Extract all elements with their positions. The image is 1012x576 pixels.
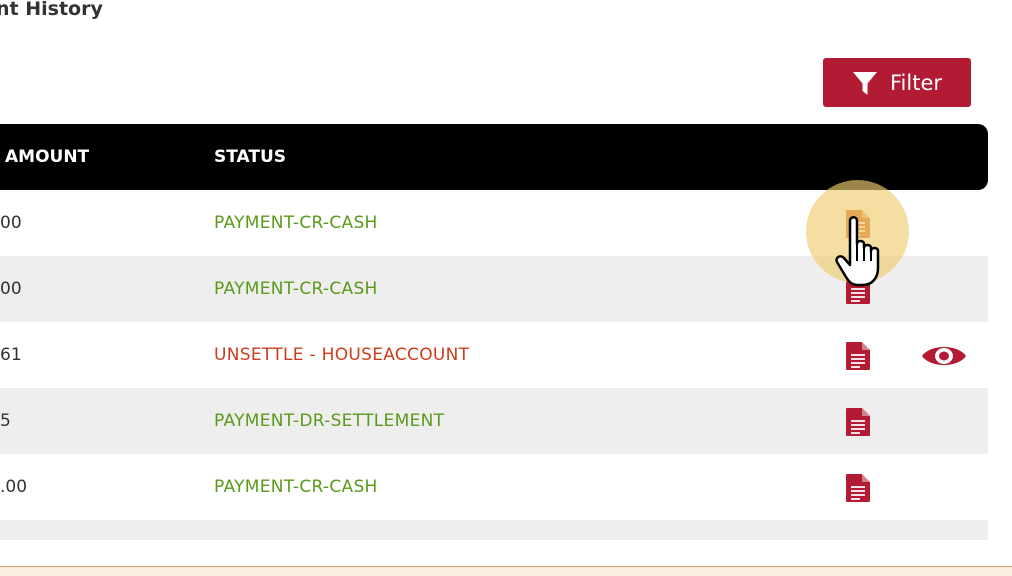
filter-button-label: Filter xyxy=(889,70,942,95)
status-cell: PAYMENT-CR-CASH xyxy=(214,213,378,233)
column-header-amount: AMOUNT xyxy=(5,147,90,167)
table-row: .00 PAYMENT-CR-CASH xyxy=(0,454,988,520)
table-row xyxy=(0,520,988,540)
table-header: AMOUNT STATUS xyxy=(0,124,988,190)
document-icon[interactable] xyxy=(845,407,871,437)
eye-icon[interactable] xyxy=(920,341,968,371)
page-title: nt History xyxy=(0,0,103,20)
amount-cell: 00 xyxy=(0,213,22,233)
amount-cell: 00 xyxy=(0,279,22,299)
filter-button[interactable]: Filter xyxy=(823,58,971,107)
hand-pointer-cursor-icon xyxy=(831,213,893,291)
amount-cell: .00 xyxy=(0,477,28,497)
amount-cell: 61 xyxy=(0,345,22,365)
status-cell: PAYMENT-CR-CASH xyxy=(214,477,378,497)
table-row: 5 PAYMENT-DR-SETTLEMENT xyxy=(0,388,988,454)
document-icon[interactable] xyxy=(845,539,871,540)
document-icon[interactable] xyxy=(845,473,871,503)
funnel-icon xyxy=(852,70,878,96)
table-row: 61 UNSETTLE - HOUSEACCOUNT xyxy=(0,322,988,388)
document-icon[interactable] xyxy=(845,341,871,371)
status-cell: UNSETTLE - HOUSEACCOUNT xyxy=(214,345,470,365)
amount-cell: 5 xyxy=(0,411,11,431)
status-cell: PAYMENT-CR-CASH xyxy=(214,279,378,299)
status-cell: PAYMENT-DR-SETTLEMENT xyxy=(214,411,445,431)
column-header-status: STATUS xyxy=(214,147,287,167)
